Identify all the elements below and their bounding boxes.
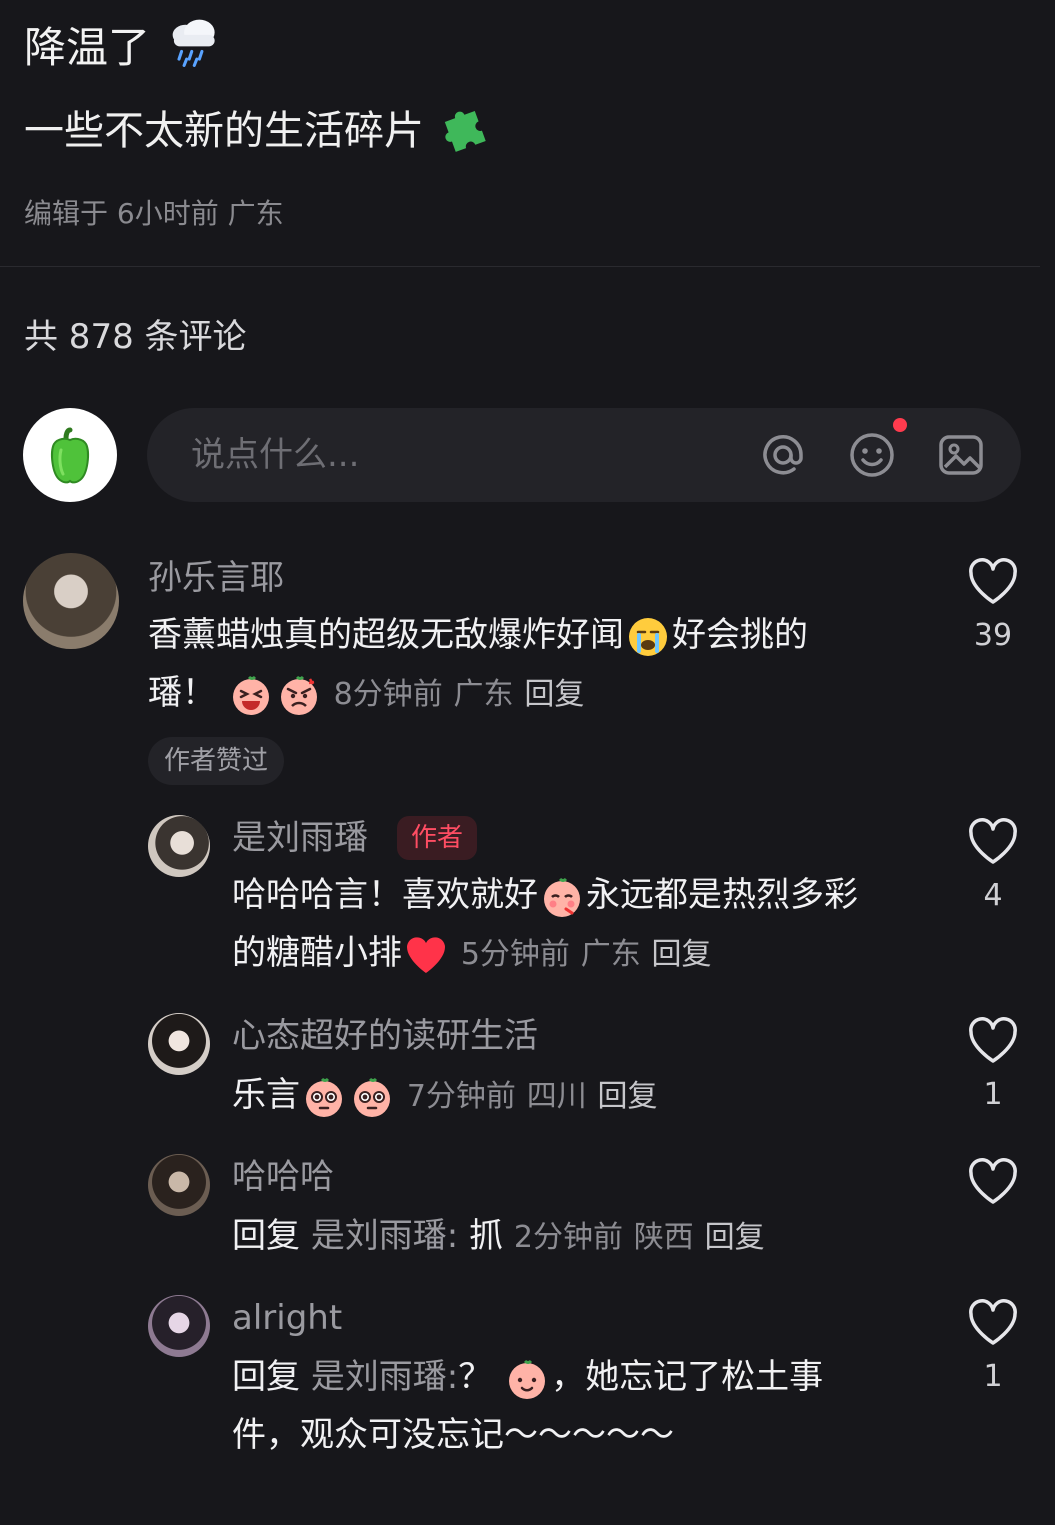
comment-text-part: 乐言 (232, 1075, 300, 1115)
heart-icon[interactable] (967, 1017, 1019, 1065)
comment-text-part: 抓 (469, 1216, 504, 1256)
red-heart-icon (407, 936, 445, 973)
author-liked-badge: 作者赞过 (148, 737, 285, 785)
like-count: 1 (983, 1359, 1003, 1394)
heart-icon[interactable] (967, 818, 1019, 866)
image-icon[interactable] (937, 431, 985, 479)
comment-username[interactable]: 心态超好的读研生活 (232, 1013, 538, 1059)
comment-location: 广东 (580, 937, 641, 972)
like-count: 39 (973, 618, 1013, 653)
post-subtitle-text: 一些不太新的生活碎片 (24, 108, 424, 154)
avatar[interactable] (148, 1295, 210, 1357)
puzzle-icon (444, 111, 486, 152)
author-tag: 作者 (397, 816, 478, 860)
emoji-icon[interactable] (848, 431, 896, 479)
comment-text-part: 哈哈哈言！喜欢就好 (232, 875, 538, 915)
comment-username[interactable]: 是刘雨璠 (232, 815, 368, 861)
comment-text: 哈哈哈言！喜欢就好 永远都是热烈多彩 的糖醋小排 5分钟前 广东 回复 (232, 866, 932, 984)
reply-button[interactable]: 回复 (524, 677, 584, 712)
laughing-face-icon (232, 675, 269, 715)
comment-text-part: ，她忘记了松土事 (551, 1357, 824, 1397)
comment-text-part: 璠！ (148, 673, 216, 713)
comment-text-part: 的糖醋小排 (232, 933, 402, 973)
comment-location: 陕西 (633, 1220, 694, 1255)
reply-button[interactable]: 回复 (598, 1079, 658, 1114)
comment-username[interactable]: 孙乐言耶 (148, 555, 284, 601)
comment-text-part: 香薰蜡烛真的超级无敌爆炸好闻 (148, 615, 624, 655)
mention-icon[interactable] (759, 431, 807, 479)
pleading-face-icon (354, 1077, 390, 1117)
post-subtitle: 一些不太新的生活碎片 (24, 98, 495, 161)
shy-face-icon (544, 877, 580, 917)
notification-dot (893, 418, 907, 432)
pepper-icon (51, 427, 89, 484)
comment-count: 共 878 条评论 (24, 317, 247, 357)
comment-input[interactable]: 说点什么... (147, 408, 1021, 502)
post-title: 降温了 (24, 12, 223, 80)
reply-target[interactable]: 是刘雨璠: (311, 1216, 458, 1256)
angry-face-icon (280, 675, 317, 715)
comment-text: 乐言 7分钟前 四川 回复 (232, 1066, 932, 1126)
reply-target[interactable]: 是刘雨璠: (311, 1357, 458, 1397)
avatar[interactable] (148, 1154, 210, 1216)
comment-text-part: 永远都是热烈多彩 (586, 875, 858, 915)
comment-text: 回复 是刘雨璠:？ ，她忘记了松土事 件，观众可没忘记～～～～～ (232, 1348, 932, 1464)
comment-text-part: 件，观众可没忘记～～～～～ (232, 1415, 674, 1455)
reply-button[interactable]: 回复 (652, 937, 712, 972)
comment-location: 四川 (526, 1079, 587, 1114)
comment-text: 香薰蜡烛真的超级无敌爆炸好闻 好会挑的 璠！ 8分钟前 广东 回复 (148, 606, 908, 724)
crying-face-icon (629, 617, 667, 656)
avatar[interactable] (148, 1013, 210, 1075)
comment-input-placeholder: 说点什么... (191, 435, 360, 475)
comment-time: 2分钟前 (513, 1220, 623, 1255)
my-avatar[interactable] (23, 408, 117, 502)
comment-text-part: ？ (458, 1357, 493, 1397)
cloud-rain-icon (173, 19, 216, 67)
comment-username[interactable]: alright (232, 1295, 342, 1341)
reply-button[interactable]: 回复 (705, 1220, 765, 1255)
heart-icon[interactable] (967, 1299, 1019, 1347)
avatar[interactable] (23, 553, 119, 649)
comment-text-part: 好会挑的 (672, 615, 808, 655)
reply-prefix: 回复 (232, 1216, 300, 1256)
comment-username[interactable]: 哈哈哈 (232, 1154, 334, 1200)
like-count: 1 (983, 1077, 1003, 1112)
divider (0, 266, 1040, 267)
comment-text: 回复 是刘雨璠: 抓 2分钟前 陕西 回复 (232, 1207, 932, 1267)
post-meta: 编辑于 6小时前 广东 (24, 197, 284, 230)
smiling-face-icon (509, 1359, 546, 1399)
like-count: 4 (983, 878, 1003, 913)
heart-icon[interactable] (967, 1158, 1019, 1206)
avatar[interactable] (148, 815, 210, 877)
comment-time: 5分钟前 (460, 937, 570, 972)
post-title-text: 降温了 (24, 23, 151, 72)
comment-time: 8分钟前 (333, 677, 443, 712)
comment-time: 7分钟前 (406, 1079, 516, 1114)
reply-prefix: 回复 (232, 1357, 300, 1397)
comment-location: 广东 (453, 677, 514, 712)
heart-icon[interactable] (967, 558, 1019, 606)
pleading-face-icon (306, 1077, 342, 1117)
